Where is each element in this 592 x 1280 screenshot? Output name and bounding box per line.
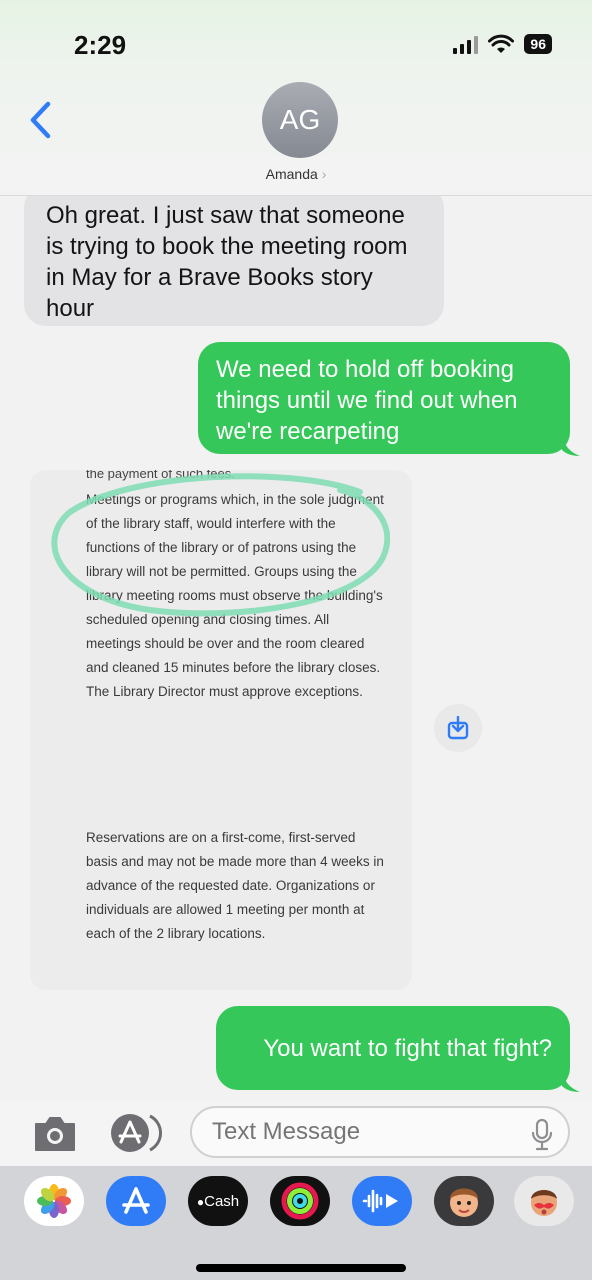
share-attachment-button[interactable]	[434, 704, 482, 752]
bubble-tail	[562, 434, 580, 456]
apple-cash-label: Cash	[204, 1192, 240, 1210]
app-drawer: ●Cash	[0, 1166, 592, 1280]
activity-app-button[interactable]	[270, 1176, 330, 1226]
memoji-stickers-button[interactable]	[514, 1176, 574, 1226]
microphone-icon	[531, 1118, 553, 1151]
audio-message-icon	[362, 1189, 398, 1213]
apple-cash-button[interactable]: ●Cash	[188, 1176, 248, 1226]
outgoing-message[interactable]: We need to hold off booking things until…	[198, 342, 570, 454]
camera-icon	[35, 1117, 75, 1151]
status-time: 2:29	[74, 30, 127, 60]
home-indicator[interactable]	[196, 1264, 406, 1272]
incoming-message[interactable]: Oh great. I just saw that someone is try…	[24, 196, 444, 326]
chevron-left-icon	[30, 101, 51, 139]
chevron-right-icon: ›	[321, 166, 327, 182]
message-thread[interactable]: Oh great. I just saw that someone is try…	[0, 196, 592, 1100]
status-indicators: 96	[453, 34, 552, 54]
document-image-attachment[interactable]: the payment of such fees. Meetings or pr…	[30, 470, 412, 990]
wifi-icon	[488, 34, 515, 54]
app-store-icon	[122, 1187, 150, 1214]
memoji-icon	[450, 1188, 478, 1217]
apps-button[interactable]	[106, 1110, 166, 1156]
share-icon	[447, 716, 469, 740]
audio-message-button[interactable]	[352, 1176, 412, 1226]
activity-icon	[281, 1182, 319, 1220]
message-text: You want to fight that fight?	[263, 1034, 552, 1062]
memoji-stickers-icon	[531, 1190, 557, 1216]
contact-name: Amanda	[265, 166, 318, 182]
battery-indicator: 96	[524, 34, 552, 54]
highlight-circle	[51, 473, 390, 617]
photos-app-button[interactable]	[24, 1176, 84, 1226]
conversation-header: 2:29 96 AG Amanda ›	[0, 0, 592, 196]
message-input[interactable]	[190, 1106, 570, 1158]
contact-name-button[interactable]: Amanda ›	[0, 166, 592, 182]
memoji-button[interactable]	[434, 1176, 494, 1226]
photos-icon	[37, 1184, 71, 1218]
cellular-signal-icon	[453, 34, 479, 54]
contact-avatar[interactable]: AG	[262, 82, 338, 158]
app-store-button[interactable]	[106, 1176, 166, 1226]
compose-bar	[0, 1100, 592, 1166]
back-button[interactable]	[26, 98, 56, 142]
document-paragraph: Reservations are on a first-come, first-…	[86, 830, 384, 941]
outgoing-message[interactable]: You want to fight that fight?	[216, 1006, 570, 1090]
app-store-icon	[111, 1114, 163, 1152]
bubble-tail	[562, 1070, 580, 1092]
apple-cash-icon: ●Cash	[196, 1192, 240, 1210]
camera-button[interactable]	[32, 1114, 78, 1154]
dictation-button[interactable]	[530, 1118, 554, 1152]
